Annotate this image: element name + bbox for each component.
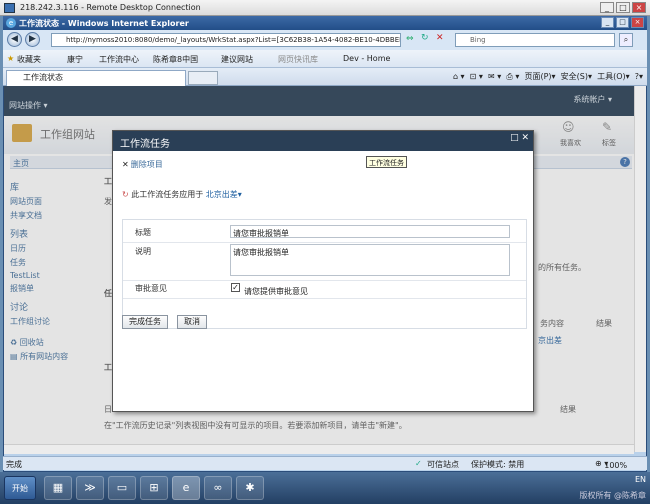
fav-item-suggested[interactable]: 建议网站 — [221, 54, 253, 65]
ie-restore-button[interactable]: □ — [616, 17, 629, 28]
ie-minimize-button[interactable]: _ — [601, 17, 614, 28]
page-content: 网站操作 ▾ 系统帐户 ▾ 工作组网站 ☺ 我喜欢 ✎ 标签 主页 ? 库 网站… — [4, 86, 634, 452]
fav-item-webslice[interactable]: 网页快讯库 — [278, 54, 318, 65]
vertical-scrollbar[interactable] — [634, 86, 646, 452]
home-icon[interactable]: ⌂ ▾ — [453, 72, 465, 81]
command-bar: ⌂ ▾ ⊡ ▾ ✉ ▾ ⎙ ▾ 页面(P)▾ 安全(S)▾ 工具(O)▾ ?▾ — [452, 72, 643, 81]
opinion-label: 审批意见 — [135, 284, 167, 293]
opinion-checkbox-label: 请您提供审批意见 — [244, 287, 308, 296]
system-tray: EN 版权所有 @陈希章 — [579, 475, 646, 501]
ie-title: 工作流状态 - Windows Internet Explorer — [19, 19, 189, 28]
server-manager-icon[interactable]: ▦ — [44, 476, 72, 500]
start-button[interactable]: 开始 — [4, 476, 36, 500]
applies-link[interactable]: 北京出差 — [206, 190, 238, 199]
complete-task-button[interactable]: 完成任务 — [122, 315, 168, 329]
visual-studio-icon[interactable]: ∞ — [204, 476, 232, 500]
favorites-bar: ★ 收藏夹 康宁 工作流中心 陈希章8中国 建议网站 网页快讯库 Dev - H… — [3, 50, 647, 68]
favorites-star-icon[interactable]: ★ — [7, 54, 14, 63]
zoom-control[interactable]: ⊕ 100% ▾ — [595, 459, 627, 470]
tab-workflow-status[interactable]: 工作流状态 — [6, 70, 186, 86]
tab-strip: 工作流状态 ⌂ ▾ ⊡ ▾ ✉ ▾ ⎙ ▾ 页面(P)▾ 安全(S)▾ 工具(O… — [3, 68, 647, 86]
mail-icon[interactable]: ✉ ▾ — [488, 72, 501, 81]
delete-icon: ✕ — [122, 160, 129, 169]
language-indicator[interactable]: EN — [579, 475, 646, 484]
workflow-task-dialog: 工作流任务 □ ✕ ✕ 删除项目 ↻ 此工作流任务应用于 北京出差▾ 标题 请您审… — [112, 130, 534, 412]
rdp-titlebar: 218.242.3.116 - Remote Desktop Connectio… — [0, 0, 650, 16]
search-input[interactable]: Bing — [455, 33, 615, 47]
favorites-button[interactable]: 收藏夹 — [17, 54, 41, 65]
powershell-icon[interactable]: ≫ — [76, 476, 104, 500]
tools-icon[interactable]: ✱ — [236, 476, 264, 500]
search-icon[interactable]: ⌕ — [619, 33, 633, 47]
task-form: 标题 请您审批报销单 说明 请您审批报销单 审批意见 ✓ 请您提供审批意见 — [122, 219, 527, 329]
maximize-icon[interactable]: □ — [510, 133, 519, 143]
tools-menu[interactable]: 工具(O) — [597, 72, 626, 81]
back-icon[interactable]: ◀ — [7, 32, 22, 47]
ie-taskbar-icon[interactable]: e — [172, 476, 200, 500]
horizontal-scrollbar[interactable] — [4, 444, 634, 454]
new-tab-button[interactable] — [188, 71, 218, 85]
rdp-title: 218.242.3.116 - Remote Desktop Connectio… — [20, 3, 201, 12]
explorer-icon[interactable]: ▭ — [108, 476, 136, 500]
title-input[interactable]: 请您审批报销单 — [230, 225, 510, 238]
dialog-title: 工作流任务 — [120, 139, 170, 150]
fav-item-chenxizhang[interactable]: 陈希章8中国 — [153, 54, 198, 65]
zone-text[interactable]: 可信站点 — [427, 459, 459, 470]
ie-titlebar: e 工作流状态 - Windows Internet Explorer _ □ … — [3, 16, 647, 30]
close-icon[interactable]: ✕ — [521, 133, 529, 143]
status-text: 完成 — [6, 460, 22, 469]
description-input[interactable]: 请您审批报销单 — [230, 244, 510, 276]
taskbar: 开始 ▦ ≫ ▭ ⊞ e ∞ ✱ EN 版权所有 @陈希章 — [0, 472, 650, 504]
forward-icon[interactable]: ▶ — [25, 32, 40, 47]
network-icon[interactable]: ⊞ — [140, 476, 168, 500]
description-label: 说明 — [135, 247, 151, 256]
delete-item-button[interactable]: ✕ 删除项目 — [122, 159, 163, 170]
dialog-header: 工作流任务 □ ✕ — [113, 131, 533, 151]
address-bar: ◀ ▶ http://nymoss2010:8080/demo/_layouts… — [3, 30, 647, 50]
refresh-icon[interactable]: ↻ — [421, 33, 429, 43]
stop-icon[interactable]: ✕ — [436, 33, 444, 43]
opinion-checkbox[interactable]: ✓ — [231, 283, 240, 292]
status-bar: 完成 ✓ 可信站点 保护模式: 禁用 ⊕ 100% ▾ — [3, 456, 647, 470]
rdp-icon — [4, 3, 15, 13]
ie-close-button[interactable]: × — [631, 17, 644, 28]
close-button[interactable]: × — [632, 2, 646, 13]
fav-item-workflow[interactable]: 工作流中心 — [99, 54, 139, 65]
feeds-icon[interactable]: ⊡ ▾ — [470, 72, 483, 81]
help-icon[interactable]: ?▾ — [635, 72, 643, 81]
divider — [123, 298, 526, 299]
fav-item-kangning[interactable]: 康宁 — [67, 54, 83, 65]
tooltip: 工作流任务 — [366, 156, 407, 168]
dialog-controls: □ ✕ — [510, 133, 529, 143]
applies-to: ↻ 此工作流任务应用于 北京出差▾ — [122, 190, 242, 199]
protected-mode-text: 保护模式: 禁用 — [471, 460, 525, 469]
ie-icon: e — [6, 18, 16, 28]
safety-menu[interactable]: 安全(S) — [561, 72, 588, 81]
fav-item-devhome[interactable]: Dev - Home — [343, 54, 390, 63]
minimize-button[interactable]: _ — [600, 2, 614, 13]
url-input[interactable]: http://nymoss2010:8080/demo/_layouts/Wrk… — [51, 33, 401, 47]
maximize-button[interactable]: □ — [616, 2, 630, 13]
title-label: 标题 — [135, 228, 151, 237]
divider — [123, 280, 526, 281]
divider — [123, 242, 526, 243]
workflow-icon: ↻ — [122, 190, 129, 199]
compat-icon[interactable]: ⇔ — [406, 34, 414, 44]
watermark: 版权所有 @陈希章 — [579, 491, 646, 500]
trusted-icon: ✓ — [415, 459, 422, 468]
cancel-button[interactable]: 取消 — [177, 315, 207, 329]
page-menu[interactable]: 页面(P) — [524, 72, 551, 81]
print-icon[interactable]: ⎙ ▾ — [506, 72, 519, 81]
